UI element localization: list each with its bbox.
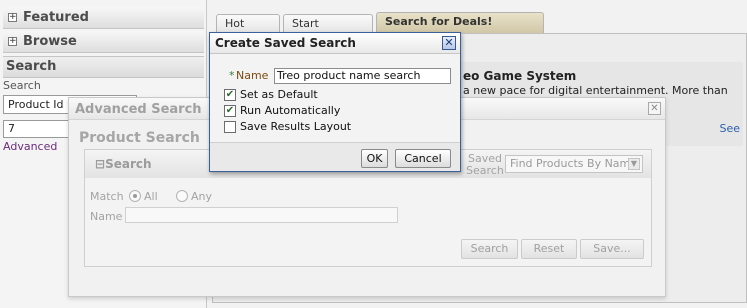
advanced-search-link[interactable]: Advanced [3,140,57,153]
search-section-title: Search [3,56,204,78]
expand-plus-icon[interactable]: + [8,37,17,46]
ok-button[interactable]: OK [361,149,388,168]
accordion-browse[interactable]: + Browse [3,31,204,53]
expand-plus-icon[interactable]: + [8,13,17,22]
match-label: Match [90,190,124,203]
collapse-minus-icon[interactable]: ⊟ [95,157,105,171]
product-search-title: Product Search [79,130,200,146]
match-all-radio[interactable] [129,190,141,202]
set-as-default-checkbox[interactable]: ✔ [224,89,236,101]
accordion-browse-label: Browse [23,34,77,49]
search-box-title[interactable]: ⊟Search [95,157,152,171]
search-value-input[interactable]: 7 [3,120,69,138]
saved-search-label: Saved Search [466,152,504,177]
save-results-layout-checkbox[interactable] [224,121,236,133]
saved-search-select[interactable]: Find Products By Name ▼ [505,155,643,173]
saved-search-name-input[interactable]: Treo product name search [274,68,451,84]
tab-start-shopping[interactable]: Start Shopping! [283,14,373,48]
see-link[interactable]: See [719,122,740,135]
run-automatically-checkbox[interactable]: ✔ [224,105,236,117]
tab-hot-items[interactable]: Hot Items [216,14,280,48]
dialog-name-label: Name [236,69,269,82]
create-saved-search-dialog: Create Saved Search ✕ * Name Treo produc… [209,32,461,172]
tab-bar: Hot Items Start Shopping! Search for Dea… [212,12,747,48]
dialog-titlebar[interactable]: Create Saved Search ✕ [210,33,460,54]
name-field[interactable] [125,207,398,223]
required-marker: * [229,69,235,82]
reset-button[interactable]: Reset [521,239,577,259]
close-icon[interactable]: ✕ [648,102,661,115]
save-results-layout-label: Save Results Layout [240,120,352,133]
search-button[interactable]: Search [461,239,518,259]
match-any-radio[interactable] [176,190,188,202]
accordion-featured[interactable]: + Featured [3,7,204,29]
saved-search-value: Find Products By Name [510,157,638,170]
product-title: eo Game System [463,69,577,83]
name-label: Name [90,210,123,223]
tab-search-for-deals[interactable]: Search for Deals! [376,12,544,34]
match-all-label: All [144,190,158,203]
accordion-featured-label: Featured [23,10,89,25]
search-label: Search [3,79,41,92]
set-as-default-label: Set as Default [240,88,318,101]
close-icon[interactable]: ✕ [442,36,456,50]
run-automatically-label: Run Automatically [240,104,341,117]
advanced-search-title: Advanced Search [75,102,202,117]
dialog-title: Create Saved Search [215,36,356,50]
match-any-label: Any [191,190,213,203]
dialog-footer: OK Cancel [210,142,460,171]
chevron-down-icon[interactable]: ▼ [628,158,640,170]
save-button[interactable]: Save... [580,239,644,259]
search-box-title-label: Search [105,157,152,171]
cancel-button[interactable]: Cancel [395,149,451,168]
